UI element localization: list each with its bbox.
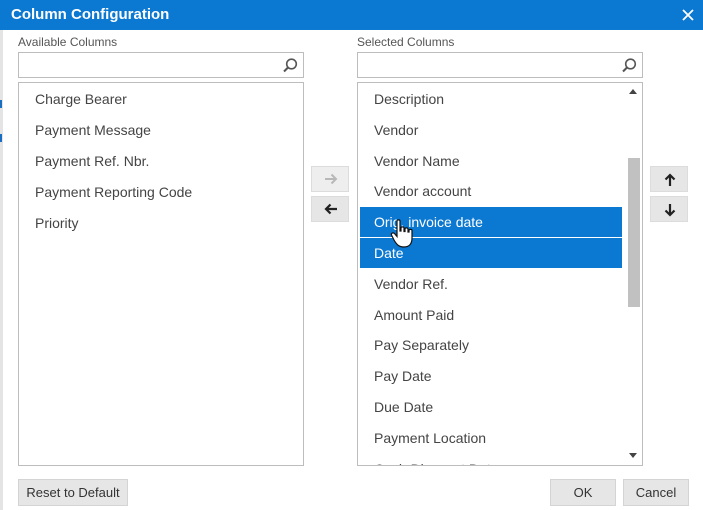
selected-column-item[interactable]: Cash Discount Date xyxy=(358,454,624,465)
ok-button[interactable]: OK xyxy=(550,479,616,506)
close-icon[interactable] xyxy=(679,6,697,24)
selected-list-scrollbar[interactable] xyxy=(624,83,642,465)
selected-column-item[interactable]: Pay Separately xyxy=(358,330,624,360)
background-window-edge xyxy=(0,30,3,510)
selected-column-item[interactable]: Vendor Ref. xyxy=(358,269,624,299)
selected-column-item[interactable]: Vendor xyxy=(358,115,624,145)
available-search-input[interactable] xyxy=(18,52,304,78)
selected-column-item[interactable]: Pay Date xyxy=(358,361,624,391)
available-column-item[interactable]: Payment Message xyxy=(19,115,303,145)
move-down-button[interactable] xyxy=(650,196,688,222)
dialog-titlebar: Column Configuration xyxy=(0,0,703,30)
available-column-item[interactable]: Priority xyxy=(19,208,303,238)
selected-column-item[interactable]: Date xyxy=(360,238,622,268)
add-column-button[interactable] xyxy=(311,166,349,192)
move-up-button[interactable] xyxy=(650,166,688,192)
cancel-button[interactable]: Cancel xyxy=(623,479,689,506)
available-column-item[interactable]: Charge Bearer xyxy=(19,84,303,114)
selected-column-item[interactable]: Due Date xyxy=(358,392,624,422)
selected-search-input[interactable] xyxy=(357,52,643,78)
selected-column-item[interactable]: Payment Location xyxy=(358,423,624,453)
available-column-item[interactable]: Payment Ref. Nbr. xyxy=(19,146,303,176)
selected-column-item[interactable]: Vendor account xyxy=(358,176,624,206)
available-columns-list[interactable]: Charge Bearer Payment Message Payment Ref.… xyxy=(18,82,304,466)
selected-columns-label: Selected Columns xyxy=(357,35,455,49)
search-icon[interactable] xyxy=(282,57,299,74)
selected-column-item[interactable]: Amount Paid xyxy=(358,300,624,330)
selected-column-item[interactable]: Description xyxy=(358,84,624,114)
scroll-up-arrow-icon[interactable] xyxy=(629,89,637,94)
scrollbar-thumb[interactable] xyxy=(628,158,640,307)
remove-column-button[interactable] xyxy=(311,196,349,222)
reset-to-default-button[interactable]: Reset to Default xyxy=(18,479,128,506)
selected-column-item[interactable]: Orig. invoice date xyxy=(360,207,622,238)
selected-column-item[interactable]: Vendor Name xyxy=(358,146,624,176)
available-column-item[interactable]: Payment Reporting Code xyxy=(19,177,303,207)
selected-columns-list[interactable]: Description Vendor Vendor Name Vendor accou… xyxy=(357,82,643,466)
dialog-title: Column Configuration xyxy=(11,6,170,23)
available-columns-label: Available Columns xyxy=(18,35,118,49)
scroll-down-arrow-icon[interactable] xyxy=(629,453,637,458)
search-icon[interactable] xyxy=(621,57,638,74)
